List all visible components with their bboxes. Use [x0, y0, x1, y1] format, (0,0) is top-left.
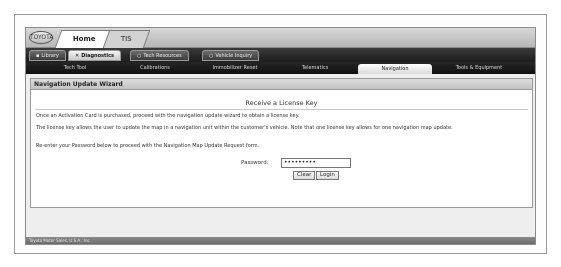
- wizard-title: Navigation Update Wizard: [30, 78, 533, 90]
- subtab-tech-resources-label: Tech Resources: [143, 53, 182, 59]
- subtab-tech-resources[interactable]: ○ Tech Resources: [130, 50, 189, 61]
- subtab-diagnostics-label: Diagnostics: [81, 53, 115, 59]
- book-icon: ▪: [36, 53, 40, 59]
- tab-tis[interactable]: TIS: [102, 30, 151, 48]
- section-navigation[interactable]: Navigation: [358, 64, 432, 74]
- divider: [35, 109, 528, 110]
- wizard-panel: Receive a License Key Once an Activation…: [30, 90, 533, 208]
- subtab-vehicle-inquiry-label: Vehicle Inquiry: [215, 53, 253, 59]
- subtab-library[interactable]: ▪ Library: [29, 50, 66, 61]
- clear-button[interactable]: Clear: [293, 171, 316, 180]
- top-bar: TOYOTA Home TIS: [26, 28, 535, 48]
- wizard-paragraph: Re-enter your Password below to proceed …: [36, 143, 260, 149]
- tab-home-label: Home: [72, 35, 96, 43]
- car-icon: ○: [209, 53, 214, 59]
- wrench-icon: ○: [137, 53, 142, 59]
- wizard-paragraph: The license key allows the user to updat…: [36, 125, 453, 131]
- section-calibrations[interactable]: Calibrations: [118, 63, 192, 73]
- status-bar: Toyota Motor Sales, U.S.A., Inc.: [26, 237, 535, 244]
- browser-viewport: TOYOTA Home TIS ▪ Library ✕ Diagnostics ○ T…: [25, 27, 536, 245]
- screenshot-frame: TOYOTA Home TIS ▪ Library ✕ Diagnostics ○ T…: [14, 14, 547, 254]
- stethoscope-icon: ✕: [75, 53, 80, 59]
- tab-tis-label: TIS: [120, 35, 132, 43]
- subtab-diagnostics[interactable]: ✕ Diagnostics: [68, 50, 122, 61]
- password-field[interactable]: •••••••••: [281, 158, 351, 168]
- subtab-library-label: Library: [41, 53, 59, 59]
- password-label: Password:: [241, 160, 269, 166]
- wizard-heading: Receive a License Key: [245, 99, 318, 107]
- login-button[interactable]: Login: [316, 171, 339, 180]
- toyota-logo: TOYOTA: [29, 31, 53, 44]
- section-nav: Tech Tool Calibrations Immobilizer Reset…: [26, 62, 535, 74]
- subtab-vehicle-inquiry[interactable]: ○ Vehicle Inquiry: [202, 50, 260, 61]
- section-telematics[interactable]: Telematics: [278, 63, 352, 73]
- section-tools-equipment[interactable]: Tools & Equipment: [442, 63, 516, 73]
- section-immobilizer-reset[interactable]: Immobilizer Reset: [198, 63, 272, 73]
- subtab-bar: ▪ Library ✕ Diagnostics ○ Tech Resources ○ V…: [26, 48, 535, 62]
- wizard-paragraph: Once an Activation Card is purchased, pr…: [36, 113, 300, 119]
- section-tech-tool[interactable]: Tech Tool: [38, 63, 112, 73]
